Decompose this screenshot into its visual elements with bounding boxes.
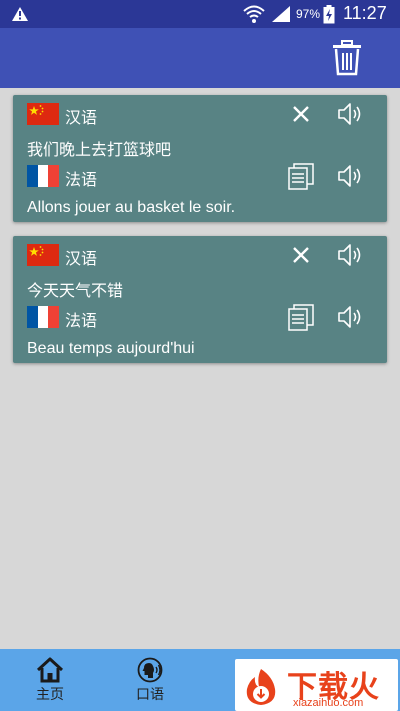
flame-logo-icon (246, 669, 276, 705)
speaker-icon[interactable] (337, 164, 365, 188)
nav-spoken[interactable]: 口语 (100, 649, 200, 711)
speaker-icon[interactable] (337, 243, 365, 267)
source-text: 今天天气不错 (27, 281, 124, 300)
translation-card[interactable]: 汉语 今天天气不错 法语 Beau temps aujourd'hui (13, 236, 387, 363)
nav-home[interactable]: 主页 (0, 649, 100, 711)
source-language-label: 汉语 (65, 249, 98, 268)
target-text: Beau temps aujourd'hui (27, 340, 195, 357)
source-language-label: 汉语 (65, 108, 98, 127)
battery-percent: 97% (296, 7, 321, 21)
trash-icon[interactable] (331, 40, 363, 76)
warning-icon (12, 7, 28, 21)
close-icon[interactable] (292, 105, 310, 123)
speaker-icon[interactable] (337, 102, 365, 126)
china-flag-icon (27, 103, 59, 125)
copy-icon[interactable] (288, 304, 314, 331)
speaking-head-icon (137, 657, 163, 683)
china-flag-icon (27, 244, 59, 266)
target-language-label: 法语 (65, 170, 98, 189)
copy-icon[interactable] (288, 163, 314, 190)
watermark-url: xiazaihuo.com (293, 697, 364, 709)
nav-spoken-label: 口语 (136, 687, 164, 703)
home-icon (36, 657, 64, 683)
target-text: Allons jouer au basket le soir. (27, 199, 236, 216)
france-flag-icon (27, 165, 59, 187)
battery-charging-icon (323, 5, 335, 24)
target-language-label: 法语 (65, 311, 98, 330)
speaker-icon[interactable] (337, 305, 365, 329)
signal-icon (272, 6, 290, 22)
nav-home-label: 主页 (36, 687, 64, 703)
status-time: 11:27 (343, 3, 387, 23)
source-text: 我们晚上去打篮球吧 (27, 140, 172, 159)
close-icon[interactable] (292, 246, 310, 264)
wifi-icon (243, 5, 265, 23)
translation-card[interactable]: 汉语 我们晚上去打篮球吧 法语 Allons jouer au basket l… (13, 95, 387, 222)
france-flag-icon (27, 306, 59, 328)
status-bar: 97% 11:27 (0, 0, 400, 28)
watermark: 下载火 xiazaihuo.com (235, 659, 398, 711)
app-bar (0, 28, 400, 88)
